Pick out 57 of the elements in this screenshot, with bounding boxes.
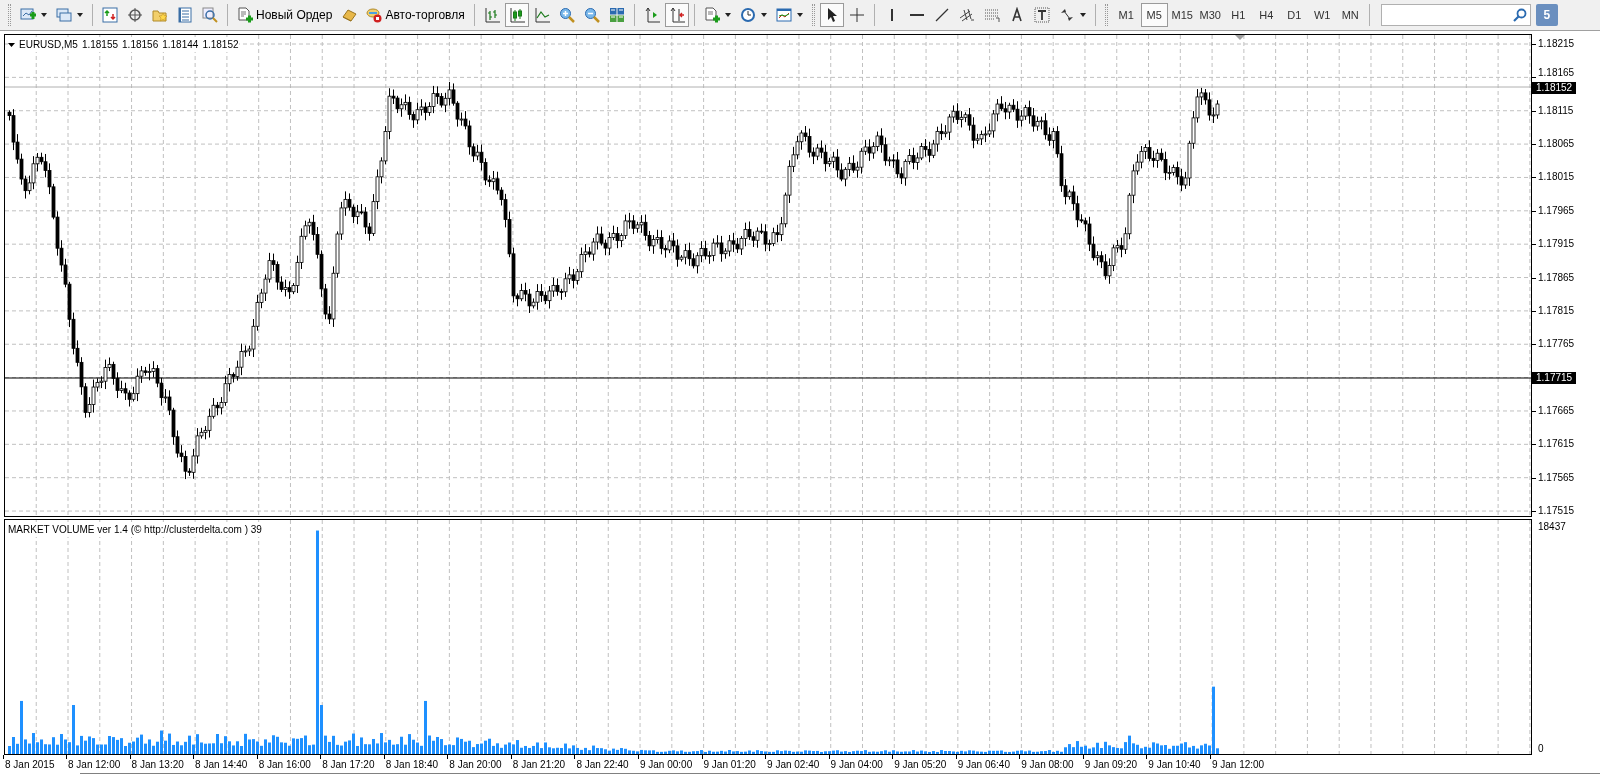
time-tick-label: 8 Jan 22:40 bbox=[576, 758, 629, 772]
price-tick-label: 1.18165 bbox=[1538, 67, 1575, 80]
timeframe-button[interactable]: MN bbox=[1336, 3, 1364, 27]
timeframe-button[interactable]: M5 bbox=[1140, 3, 1168, 27]
price-tick-label: 1.17865 bbox=[1538, 271, 1575, 284]
price-value: 1.18144 bbox=[162, 38, 199, 52]
time-tick-label: 8 Jan 21:20 bbox=[512, 758, 566, 772]
timeframe-button[interactable]: M30 bbox=[1196, 3, 1224, 27]
timeframe-button[interactable]: M1 bbox=[1112, 3, 1140, 27]
new-order-button[interactable]: Новый Ордер bbox=[233, 3, 337, 27]
time-tick-label: 8 Jan 17:20 bbox=[322, 758, 375, 772]
time-tick-label: 9 Jan 08:00 bbox=[1021, 758, 1074, 772]
symbol-label: EURUSD,M5 bbox=[19, 38, 78, 52]
timeframe-button[interactable]: W1 bbox=[1308, 3, 1336, 27]
price-tick-label: 1.17615 bbox=[1538, 438, 1575, 451]
time-tick-label: 8 Jan 13:20 bbox=[131, 758, 184, 772]
autotrading-button[interactable]: Авто-торговля bbox=[362, 3, 469, 27]
price-tick-label: 1.17515 bbox=[1538, 505, 1575, 518]
timeframe-button[interactable]: D1 bbox=[1280, 3, 1308, 27]
price-tick-label: 1.17665 bbox=[1538, 404, 1575, 417]
time-tick-label: 9 Jan 05:20 bbox=[894, 758, 947, 772]
price-tick-label: 1.18215 bbox=[1538, 38, 1575, 50]
price-tick-label: 1.17565 bbox=[1538, 471, 1575, 484]
indicator-title: MARKET VOLUME ver 1.4 (© http://clusterdelta.com ) 39 bbox=[8, 522, 262, 537]
time-tick-label: 9 Jan 06:40 bbox=[957, 758, 1010, 772]
time-tick-label: 9 Jan 10:40 bbox=[1148, 758, 1201, 772]
price-value: 1.18156 bbox=[122, 38, 159, 52]
time-tick-label: 9 Jan 09:20 bbox=[1084, 758, 1138, 772]
price-tick-label: 1.18065 bbox=[1538, 138, 1575, 151]
time-tick-label: 8 Jan 20:00 bbox=[449, 758, 502, 772]
time-tick-label: 9 Jan 04:00 bbox=[830, 758, 883, 772]
time-tick-label: 8 Jan 16:00 bbox=[258, 758, 311, 772]
time-tick-label: 8 Jan 12:00 bbox=[68, 758, 121, 772]
price-tick-label: 1.17965 bbox=[1538, 204, 1575, 217]
bid-price-label: 1.18152 bbox=[1532, 82, 1577, 94]
time-tick-label: 9 Jan 02:40 bbox=[767, 758, 820, 772]
price-tick-label: 1.18115 bbox=[1538, 104, 1574, 117]
timeframe-button[interactable]: M15 bbox=[1168, 3, 1196, 27]
time-tick-label: 8 Jan 14:40 bbox=[195, 758, 248, 772]
price-tick-label: 1.18015 bbox=[1538, 171, 1575, 184]
volume-max-label: 18437 bbox=[1538, 520, 1566, 534]
price-chart-pane[interactable]: EURUSD,M5 1.18155 1.18156 1.18144 1.18152 bbox=[4, 34, 1532, 517]
timeframe-button[interactable]: H4 bbox=[1252, 3, 1280, 27]
price-tick-label: 1.17915 bbox=[1538, 238, 1575, 251]
volume-pane[interactable]: MARKET VOLUME ver 1.4 (© http://clusterdelta.com ) 39 bbox=[4, 519, 1532, 755]
time-tick-label: 8 Jan 2015 bbox=[5, 758, 55, 772]
time-tick-label: 9 Jan 00:00 bbox=[639, 758, 693, 772]
time-tick-label: 8 Jan 18:40 bbox=[385, 758, 438, 772]
price-tick-label: 1.17765 bbox=[1538, 338, 1575, 351]
price-value: 1.18152 bbox=[202, 38, 239, 52]
line-price-label: 1.17715 bbox=[1532, 372, 1577, 384]
time-tick-label: 9 Jan 01:20 bbox=[703, 758, 756, 772]
volume-min-label: 0 bbox=[1538, 742, 1544, 756]
price-tick-label: 1.17815 bbox=[1538, 304, 1575, 317]
price-value: 1.18155 bbox=[81, 38, 119, 52]
timeframe-button[interactable]: H1 bbox=[1224, 3, 1252, 27]
time-tick-label: 9 Jan 12:00 bbox=[1211, 758, 1265, 772]
